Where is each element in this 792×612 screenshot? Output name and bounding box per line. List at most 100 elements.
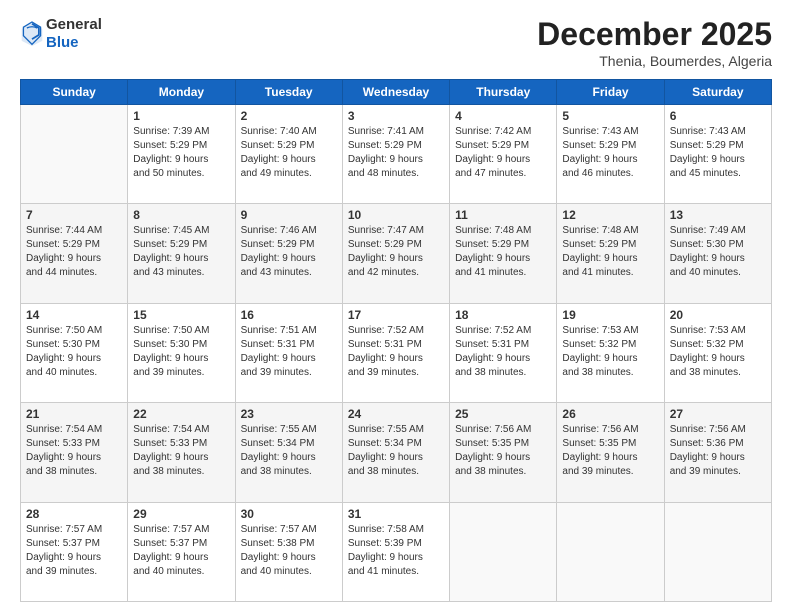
- header-friday: Friday: [557, 80, 664, 105]
- table-cell: [557, 502, 664, 601]
- table-cell: 15 Sunrise: 7:50 AM Sunset: 5:30 PM Dayli…: [128, 303, 235, 402]
- day-number: 17: [348, 308, 444, 322]
- day-info: Sunrise: 7:47 AM Sunset: 5:29 PM Dayligh…: [348, 224, 444, 280]
- day-info: Sunrise: 7:55 AM Sunset: 5:34 PM Dayligh…: [241, 423, 337, 479]
- month-title: December 2025: [537, 16, 772, 53]
- day-info: Sunrise: 7:54 AM Sunset: 5:33 PM Dayligh…: [26, 423, 122, 479]
- table-cell: 7 Sunrise: 7:44 AM Sunset: 5:29 PM Daylig…: [21, 204, 128, 303]
- day-number: 12: [562, 208, 658, 222]
- day-number: 4: [455, 109, 551, 123]
- day-number: 20: [670, 308, 766, 322]
- logo-blue: Blue: [46, 34, 79, 51]
- day-info: Sunrise: 7:39 AM Sunset: 5:29 PM Dayligh…: [133, 125, 229, 181]
- day-number: 8: [133, 208, 229, 222]
- table-cell: 25 Sunrise: 7:56 AM Sunset: 5:35 PM Dayli…: [450, 403, 557, 502]
- header-tuesday: Tuesday: [235, 80, 342, 105]
- day-info: Sunrise: 7:41 AM Sunset: 5:29 PM Dayligh…: [348, 125, 444, 181]
- header-saturday: Saturday: [664, 80, 771, 105]
- table-cell: 8 Sunrise: 7:45 AM Sunset: 5:29 PM Daylig…: [128, 204, 235, 303]
- day-info: Sunrise: 7:54 AM Sunset: 5:33 PM Dayligh…: [133, 423, 229, 479]
- day-number: 2: [241, 109, 337, 123]
- table-cell: 29Sunrise: 7:57 AM Sunset: 5:37 PM Dayli…: [128, 502, 235, 601]
- day-number: 25: [455, 407, 551, 421]
- day-number: 16: [241, 308, 337, 322]
- table-cell: [664, 502, 771, 601]
- week-row-5: 28 Sunrise: 7:57 AM Sunset: 5:37 PM Dayli…: [21, 502, 772, 601]
- day-info: Sunrise: 7:40 AM Sunset: 5:29 PM Dayligh…: [241, 125, 337, 181]
- day-info: Sunrise: 7:55 AM Sunset: 5:34 PM Dayligh…: [348, 423, 444, 479]
- day-number: 3: [348, 109, 444, 123]
- day-number: 10: [348, 208, 444, 222]
- table-cell: 14Sunrise: 7:50 AM Sunset: 5:30 PM Dayli…: [21, 303, 128, 402]
- day-number: 1: [133, 109, 229, 123]
- day-number: 29: [133, 507, 229, 521]
- table-cell: 5 Sunrise: 7:43 AM Sunset: 5:29 PM Daylig…: [557, 105, 664, 204]
- table-cell: 17 Sunrise: 7:52 AM Sunset: 5:31 PM Dayli…: [342, 303, 449, 402]
- day-info: Sunrise: 7:44 AM Sunset: 5:29 PM Dayligh…: [26, 224, 122, 280]
- table-cell: 19Sunrise: 7:53 AM Sunset: 5:32 PM Dayli…: [557, 303, 664, 402]
- day-info: Sunrise: 7:56 AM Sunset: 5:35 PM Dayligh…: [455, 423, 551, 479]
- day-number: 30: [241, 507, 337, 521]
- day-number: 7: [26, 208, 122, 222]
- logo-general: General: [46, 16, 102, 33]
- day-info: Sunrise: 7:57 AM Sunset: 5:38 PM Dayligh…: [241, 523, 337, 579]
- day-info: Sunrise: 7:49 AM Sunset: 5:30 PM Dayligh…: [670, 224, 766, 280]
- day-number: 19: [562, 308, 658, 322]
- table-cell: [21, 105, 128, 204]
- day-info: Sunrise: 7:52 AM Sunset: 5:31 PM Dayligh…: [455, 324, 551, 380]
- day-info: Sunrise: 7:48 AM Sunset: 5:29 PM Dayligh…: [455, 224, 551, 280]
- title-block: December 2025 Thenia, Boumerdes, Algeria: [537, 16, 772, 69]
- table-cell: [450, 502, 557, 601]
- day-number: 9: [241, 208, 337, 222]
- table-cell: 22 Sunrise: 7:54 AM Sunset: 5:33 PM Dayli…: [128, 403, 235, 502]
- table-cell: 16 Sunrise: 7:51 AM Sunset: 5:31 PM Dayli…: [235, 303, 342, 402]
- header: General Blue December 2025 Thenia, Boume…: [20, 16, 772, 69]
- day-info: Sunrise: 7:45 AM Sunset: 5:29 PM Dayligh…: [133, 224, 229, 280]
- table-cell: 20Sunrise: 7:53 AM Sunset: 5:32 PM Dayli…: [664, 303, 771, 402]
- day-info: Sunrise: 7:51 AM Sunset: 5:31 PM Dayligh…: [241, 324, 337, 380]
- table-cell: 30 Sunrise: 7:57 AM Sunset: 5:38 PM Dayli…: [235, 502, 342, 601]
- header-wednesday: Wednesday: [342, 80, 449, 105]
- day-number: 24: [348, 407, 444, 421]
- day-number: 26: [562, 407, 658, 421]
- calendar: Sunday Monday Tuesday Wednesday Thursday…: [20, 79, 772, 602]
- header-sunday: Sunday: [21, 80, 128, 105]
- day-number: 13: [670, 208, 766, 222]
- day-number: 5: [562, 109, 658, 123]
- table-cell: 21 Sunrise: 7:54 AM Sunset: 5:33 PM Dayli…: [21, 403, 128, 502]
- day-info: Sunrise: 7:42 AM Sunset: 5:29 PM Dayligh…: [455, 125, 551, 181]
- day-info: Sunrise: 7:52 AM Sunset: 5:31 PM Dayligh…: [348, 324, 444, 380]
- table-cell: 27Sunrise: 7:56 AM Sunset: 5:36 PM Dayli…: [664, 403, 771, 502]
- day-info: Sunrise: 7:50 AM Sunset: 5:30 PM Dayligh…: [26, 324, 122, 380]
- location-subtitle: Thenia, Boumerdes, Algeria: [537, 53, 772, 69]
- day-number: 21: [26, 407, 122, 421]
- day-info: Sunrise: 7:43 AM Sunset: 5:29 PM Dayligh…: [670, 125, 766, 181]
- day-number: 23: [241, 407, 337, 421]
- day-info: Sunrise: 7:57 AM Sunset: 5:37 PM Dayligh…: [26, 523, 122, 579]
- table-cell: 24 Sunrise: 7:55 AM Sunset: 5:34 PM Dayli…: [342, 403, 449, 502]
- day-number: 22: [133, 407, 229, 421]
- logo-icon: [20, 20, 44, 48]
- table-cell: 26 Sunrise: 7:56 AM Sunset: 5:35 PM Dayli…: [557, 403, 664, 502]
- logo-text: General Blue: [46, 16, 102, 52]
- table-cell: 6Sunrise: 7:43 AM Sunset: 5:29 PM Daylig…: [664, 105, 771, 204]
- page: General Blue December 2025 Thenia, Boume…: [0, 0, 792, 612]
- day-info: Sunrise: 7:58 AM Sunset: 5:39 PM Dayligh…: [348, 523, 444, 579]
- day-info: Sunrise: 7:48 AM Sunset: 5:29 PM Dayligh…: [562, 224, 658, 280]
- day-number: 28: [26, 507, 122, 521]
- day-number: 31: [348, 507, 444, 521]
- week-row-2: 7 Sunrise: 7:44 AM Sunset: 5:29 PM Daylig…: [21, 204, 772, 303]
- day-info: Sunrise: 7:46 AM Sunset: 5:29 PM Dayligh…: [241, 224, 337, 280]
- day-info: Sunrise: 7:56 AM Sunset: 5:35 PM Dayligh…: [562, 423, 658, 479]
- day-number: 15: [133, 308, 229, 322]
- day-number: 18: [455, 308, 551, 322]
- day-info: Sunrise: 7:56 AM Sunset: 5:36 PM Dayligh…: [670, 423, 766, 479]
- table-cell: 28 Sunrise: 7:57 AM Sunset: 5:37 PM Dayli…: [21, 502, 128, 601]
- table-cell: 23 Sunrise: 7:55 AM Sunset: 5:34 PM Dayli…: [235, 403, 342, 502]
- day-info: Sunrise: 7:43 AM Sunset: 5:29 PM Dayligh…: [562, 125, 658, 181]
- table-cell: 31 Sunrise: 7:58 AM Sunset: 5:39 PM Dayli…: [342, 502, 449, 601]
- day-info: Sunrise: 7:50 AM Sunset: 5:30 PM Dayligh…: [133, 324, 229, 380]
- day-number: 11: [455, 208, 551, 222]
- table-cell: 11 Sunrise: 7:48 AM Sunset: 5:29 PM Dayli…: [450, 204, 557, 303]
- table-cell: 18 Sunrise: 7:52 AM Sunset: 5:31 PM Dayli…: [450, 303, 557, 402]
